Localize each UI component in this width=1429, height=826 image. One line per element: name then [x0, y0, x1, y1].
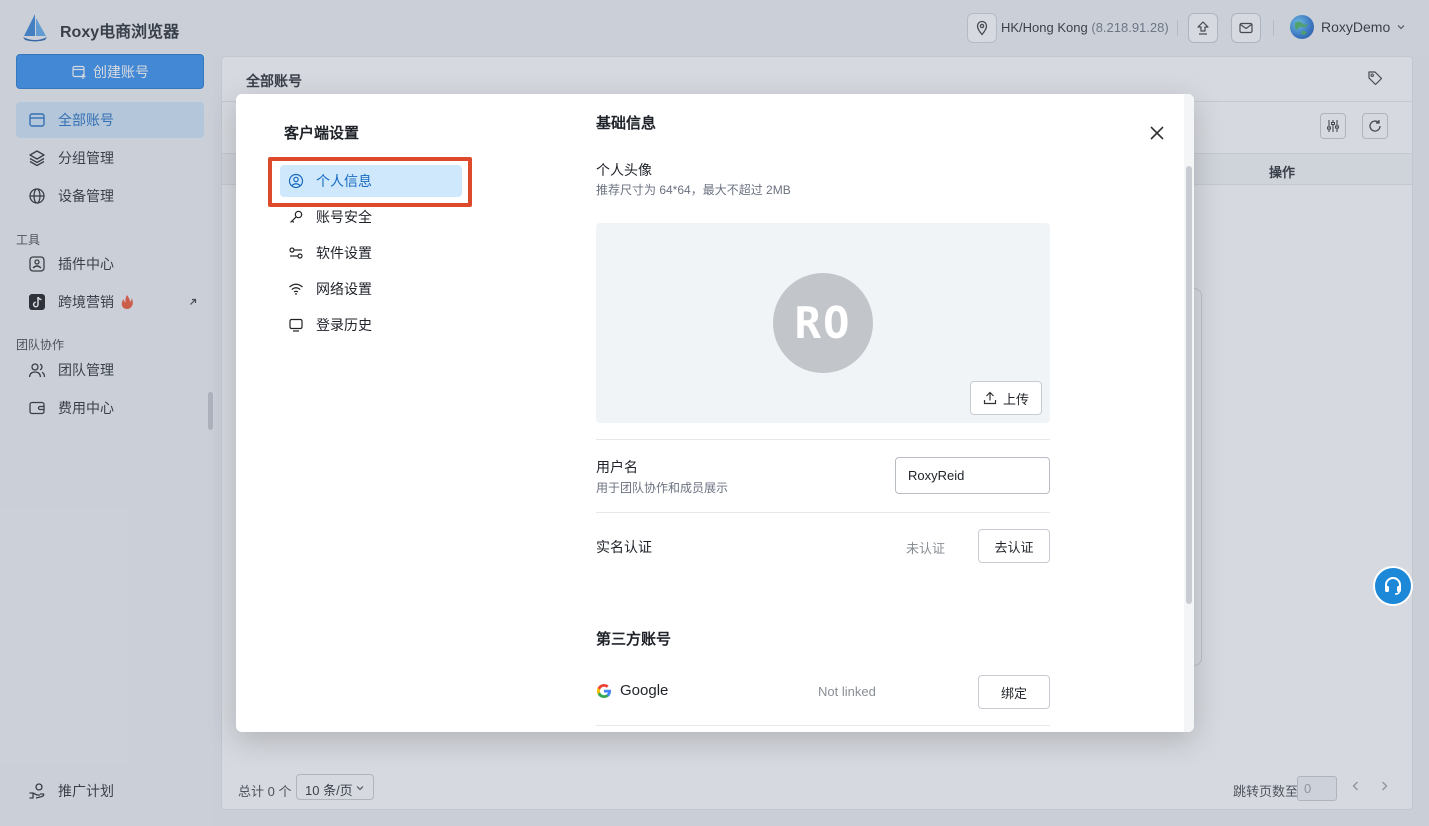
- menu-item-label: 网络设置: [316, 281, 372, 297]
- bind-google-button[interactable]: 绑定: [978, 675, 1050, 709]
- menu-item-network-settings[interactable]: 网络设置: [280, 273, 462, 305]
- dialog-scrollbar[interactable]: [1186, 166, 1192, 604]
- key-icon: [290, 210, 303, 223]
- avatar-label: 个人头像: [596, 162, 652, 178]
- avatar-initials: RO: [773, 273, 873, 373]
- username-input[interactable]: RoxyReid: [895, 457, 1050, 494]
- upload-avatar-button[interactable]: 上传: [970, 381, 1042, 415]
- menu-item-label: 账号安全: [316, 209, 372, 225]
- menu-item-account-security[interactable]: 账号安全: [280, 201, 462, 233]
- verify-button[interactable]: 去认证: [978, 529, 1050, 563]
- headset-icon: [1385, 577, 1401, 595]
- dialog-title: 客户端设置: [284, 125, 360, 142]
- basic-info-title: 基础信息: [596, 115, 657, 132]
- menu-item-login-history[interactable]: 登录历史: [280, 309, 462, 341]
- menu-item-label: 软件设置: [316, 245, 372, 261]
- divider: [596, 512, 1050, 513]
- upload-icon: [983, 391, 997, 405]
- real-name-label: 实名认证: [596, 539, 652, 555]
- highlight-box: [268, 157, 472, 207]
- toggle-settings-icon: [289, 247, 303, 259]
- google-icon: [596, 683, 611, 698]
- divider: [596, 725, 1050, 726]
- close-button[interactable]: [1146, 122, 1168, 144]
- google-status: Not linked: [818, 684, 876, 699]
- google-label: Google: [620, 682, 669, 699]
- menu-item-software-settings[interactable]: 软件设置: [280, 237, 462, 269]
- divider: [596, 439, 1050, 440]
- avatar-area: RO 上传: [596, 223, 1050, 423]
- third-party-title: 第三方账号: [596, 631, 672, 648]
- google-account-row: Google: [596, 682, 668, 699]
- username-label: 用户名: [596, 459, 638, 475]
- upload-label: 上传: [1002, 391, 1029, 407]
- real-name-status: 未认证: [906, 541, 946, 556]
- menu-item-label: 登录历史: [316, 317, 372, 333]
- monitor-icon: [289, 318, 303, 332]
- support-button[interactable]: [1373, 566, 1413, 606]
- close-icon: [1150, 126, 1164, 140]
- avatar-hint: 推荐尺寸为 64*64，最大不超过 2MB: [596, 183, 791, 197]
- wifi-icon: [289, 283, 303, 295]
- client-settings-dialog: 客户端设置 个人信息 账号安全 软件设置 网络设置 登录历史 基础信息 个人头像…: [236, 94, 1194, 732]
- username-hint: 用于团队协作和成员展示: [596, 481, 729, 495]
